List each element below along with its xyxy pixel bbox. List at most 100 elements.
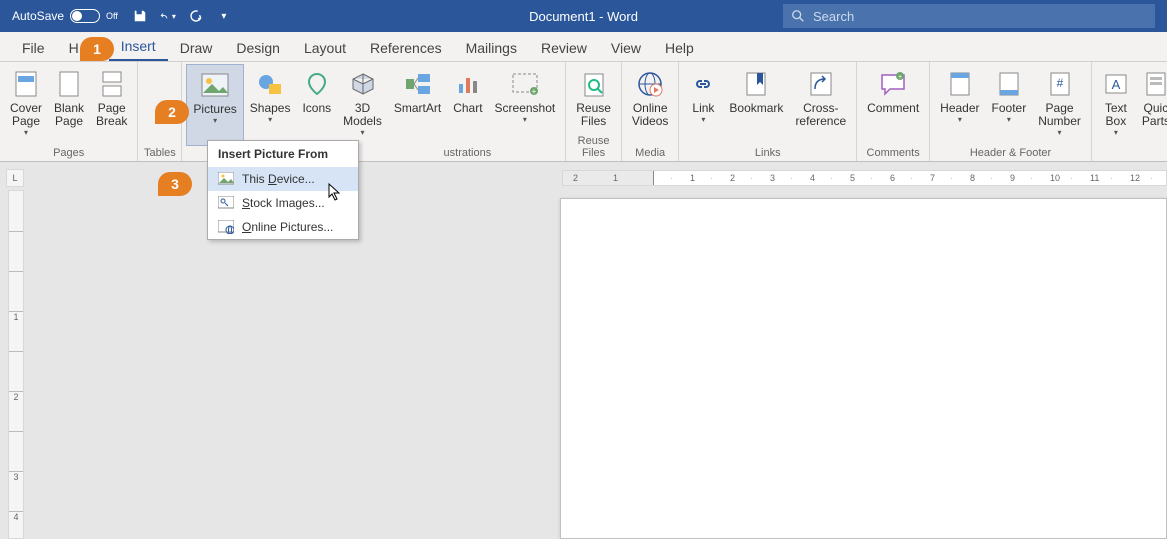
bookmark-icon bbox=[745, 68, 767, 100]
chart-button[interactable]: Chart bbox=[447, 64, 488, 146]
menu-tabs: File H Insert Draw Design Layout Referen… bbox=[0, 32, 1167, 62]
search-placeholder: Search bbox=[813, 9, 854, 24]
svg-text:#: # bbox=[1056, 76, 1063, 90]
save-icon[interactable] bbox=[132, 8, 148, 24]
horizontal-ruler[interactable]: 21·1·2·3·4·5·6·7·8·9·10·11·12·13 bbox=[562, 170, 1167, 186]
chevron-down-icon: ▾ bbox=[24, 128, 28, 137]
dropdown-online-pictures-label: Online Pictures... bbox=[242, 220, 333, 234]
footer-button[interactable]: Footer▾ bbox=[986, 64, 1033, 146]
text-box-icon: A bbox=[1104, 68, 1128, 100]
group-label-reuse: Reuse Files bbox=[570, 134, 617, 161]
tab-mailings[interactable]: Mailings bbox=[454, 34, 529, 61]
screenshot-button[interactable]: + Screenshot▾ bbox=[489, 64, 562, 146]
chevron-down-icon: ▾ bbox=[523, 115, 527, 124]
cube-icon bbox=[351, 68, 375, 100]
document-title: Document1 - Word bbox=[529, 9, 638, 24]
icons-icon bbox=[305, 68, 329, 100]
cross-reference-icon bbox=[809, 68, 833, 100]
reuse-files-label: Reuse Files bbox=[576, 102, 611, 128]
search-icon bbox=[791, 9, 805, 23]
icons-button[interactable]: Icons bbox=[296, 64, 337, 146]
tab-draw[interactable]: Draw bbox=[168, 34, 225, 61]
3d-models-button[interactable]: 3D Models▾ bbox=[337, 64, 388, 146]
svg-text:+: + bbox=[532, 87, 537, 95]
callout-2: 2 bbox=[155, 100, 189, 124]
tab-references[interactable]: References bbox=[358, 34, 454, 61]
pictures-button[interactable]: Pictures▾ bbox=[186, 64, 243, 146]
tab-view[interactable]: View bbox=[599, 34, 653, 61]
page-break-button[interactable]: Page Break bbox=[90, 64, 133, 146]
smartart-button[interactable]: SmartArt bbox=[388, 64, 447, 146]
dropdown-stock-images-label: Stock Images... bbox=[242, 196, 325, 210]
group-reuse: Reuse Files Reuse Files bbox=[566, 62, 622, 161]
smartart-icon bbox=[405, 68, 431, 100]
callout-3: 3 bbox=[158, 172, 192, 196]
shapes-label: Shapes bbox=[250, 102, 291, 115]
stock-images-icon bbox=[218, 196, 234, 210]
search-box[interactable]: Search bbox=[783, 4, 1155, 28]
bookmark-button[interactable]: Bookmark bbox=[723, 64, 789, 146]
group-label-text bbox=[1096, 158, 1167, 161]
footer-label: Footer bbox=[992, 102, 1027, 115]
screenshot-label: Screenshot bbox=[495, 102, 556, 115]
tab-design[interactable]: Design bbox=[224, 34, 292, 61]
blank-page-label: Blank Page bbox=[54, 102, 84, 128]
quick-parts-button[interactable]: Quic Parts bbox=[1136, 64, 1167, 158]
chevron-down-icon: ▾ bbox=[1114, 128, 1118, 137]
ruler-corner[interactable]: L bbox=[6, 169, 24, 187]
comment-button[interactable]: + Comment bbox=[861, 64, 925, 146]
group-media: Online Videos Media bbox=[622, 62, 679, 161]
comment-label: Comment bbox=[867, 102, 919, 115]
shapes-button[interactable]: Shapes▾ bbox=[244, 64, 297, 146]
tab-help[interactable]: Help bbox=[653, 34, 706, 61]
chevron-down-icon: ▾ bbox=[213, 116, 217, 125]
chevron-down-icon: ▾ bbox=[958, 115, 962, 124]
chevron-down-icon: ▾ bbox=[268, 115, 272, 124]
autosave-toggle[interactable]: AutoSave Off bbox=[0, 9, 118, 23]
text-box-button[interactable]: A Text Box▾ bbox=[1096, 64, 1136, 158]
footer-icon bbox=[998, 68, 1020, 100]
redo-icon[interactable] bbox=[188, 8, 204, 24]
page-number-label: Page Number bbox=[1038, 102, 1081, 128]
tab-layout[interactable]: Layout bbox=[292, 34, 358, 61]
vertical-ruler[interactable] bbox=[8, 190, 24, 539]
blank-page-button[interactable]: Blank Page bbox=[48, 64, 90, 146]
document-page[interactable] bbox=[560, 198, 1167, 539]
customize-qat-icon[interactable]: ▾ bbox=[216, 8, 232, 24]
chevron-down-icon: ▾ bbox=[360, 128, 364, 137]
icons-label: Icons bbox=[302, 102, 331, 115]
page-number-button[interactable]: # Page Number▾ bbox=[1032, 64, 1087, 146]
dropdown-online-pictures[interactable]: Online Pictures... bbox=[208, 215, 358, 239]
mouse-cursor-icon bbox=[328, 183, 342, 201]
link-button[interactable]: Link▾ bbox=[683, 64, 723, 146]
chart-label: Chart bbox=[453, 102, 482, 115]
globe-play-icon bbox=[637, 68, 663, 100]
undo-icon[interactable]: ▾ bbox=[160, 8, 176, 24]
bookmark-label: Bookmark bbox=[729, 102, 783, 115]
cover-page-icon bbox=[14, 68, 38, 100]
group-pages: Cover Page▾ Blank Page Page Break Pages bbox=[0, 62, 138, 161]
header-label: Header bbox=[940, 102, 979, 115]
toggle-off-icon bbox=[70, 9, 100, 23]
group-label-links: Links bbox=[683, 146, 852, 161]
screenshot-icon: + bbox=[512, 68, 538, 100]
header-button[interactable]: Header▾ bbox=[934, 64, 985, 146]
online-videos-button[interactable]: Online Videos bbox=[626, 64, 674, 146]
reuse-files-button[interactable]: Reuse Files bbox=[570, 64, 617, 134]
tab-file[interactable]: File bbox=[10, 34, 57, 61]
group-comments: + Comment Comments bbox=[857, 62, 930, 161]
autosave-state: Off bbox=[106, 11, 118, 21]
cover-page-button[interactable]: Cover Page▾ bbox=[4, 64, 48, 146]
tab-insert[interactable]: Insert bbox=[109, 32, 168, 61]
group-header-footer: Header▾ Footer▾ # Page Number▾ Header & … bbox=[930, 62, 1092, 161]
svg-text:+: + bbox=[898, 74, 902, 81]
online-pictures-icon bbox=[218, 220, 234, 234]
link-label: Link bbox=[692, 102, 714, 115]
cross-reference-button[interactable]: Cross- reference bbox=[789, 64, 852, 146]
group-label-header-footer: Header & Footer bbox=[934, 146, 1087, 161]
tab-review[interactable]: Review bbox=[529, 34, 599, 61]
picture-icon bbox=[201, 69, 229, 101]
dropdown-header: Insert Picture From bbox=[208, 141, 358, 167]
chevron-down-icon: ▾ bbox=[701, 115, 705, 124]
group-links: Link▾ Bookmark Cross- reference Links bbox=[679, 62, 857, 161]
